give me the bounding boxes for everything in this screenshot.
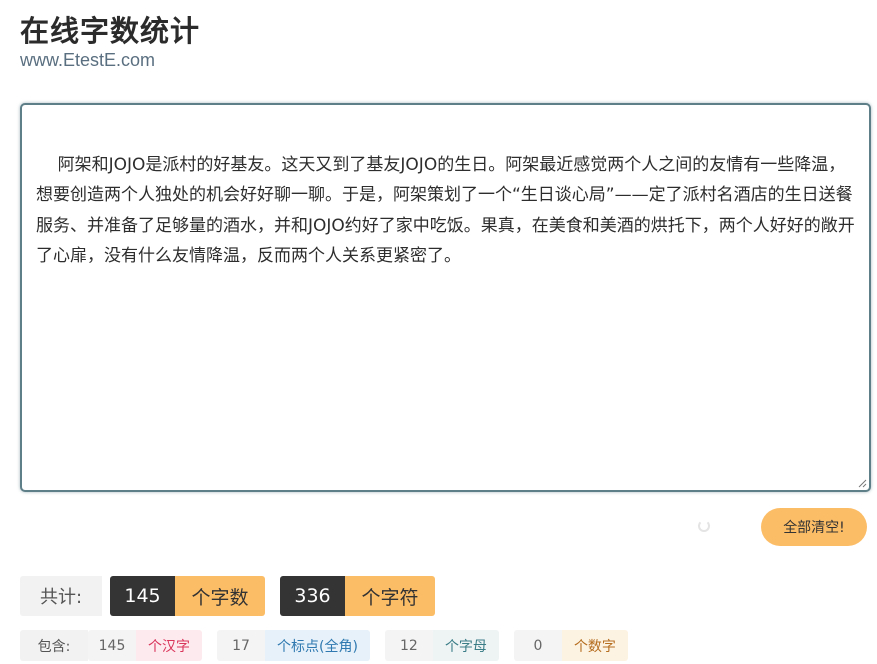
letter-count-unit: 个字母 [432, 630, 499, 661]
page-title: 在线字数统计 [20, 14, 201, 48]
loading-spinner-icon [698, 520, 710, 532]
resize-handle-icon[interactable] [857, 478, 867, 488]
char-count-value: 145 [110, 576, 175, 616]
page: 在线字数统计 www.EtestE.com 阿架和JOJO是派村的好基友。这天又… [0, 0, 877, 664]
letter-count-value: 12 [384, 630, 433, 661]
total-stats: 共计: 145 个字数 336 个字符 [20, 576, 450, 616]
symbol-count-value: 336 [280, 576, 345, 616]
editor-text: 阿架和JOJO是派村的好基友。这天又到了基友JOJO的生日。阿架最近感觉两个人之… [36, 154, 855, 267]
digit-count-unit: 个数字 [561, 630, 628, 661]
site-url[interactable]: www.EtestE.com [20, 50, 155, 71]
digit-count-value: 0 [513, 630, 562, 661]
char-count-unit: 个字数 [175, 576, 265, 616]
punctuation-count-unit: 个标点(全角) [265, 630, 370, 661]
chinese-count-unit: 个汉字 [136, 630, 202, 661]
punctuation-count-badge: 17 个标点(全角) [217, 630, 370, 661]
chinese-count-badge: 145 个汉字 [88, 630, 202, 661]
text-input-area[interactable]: 阿架和JOJO是派村的好基友。这天又到了基友JOJO的生日。阿架最近感觉两个人之… [20, 103, 871, 492]
digit-count-badge: 0 个数字 [513, 630, 628, 661]
symbol-count-badge: 336 个字符 [280, 576, 435, 616]
clear-all-button[interactable]: 全部清空! [761, 508, 867, 546]
detail-label: 包含: [20, 630, 88, 661]
detail-stats: 包含: 145 个汉字 17 个标点(全角) 12 个字母 0 个数字 [20, 630, 643, 661]
letter-count-badge: 12 个字母 [384, 630, 499, 661]
char-count-badge: 145 个字数 [110, 576, 265, 616]
total-label: 共计: [20, 576, 102, 616]
chinese-count-value: 145 [88, 630, 136, 661]
symbol-count-unit: 个字符 [345, 576, 435, 616]
punctuation-count-value: 17 [217, 630, 265, 661]
